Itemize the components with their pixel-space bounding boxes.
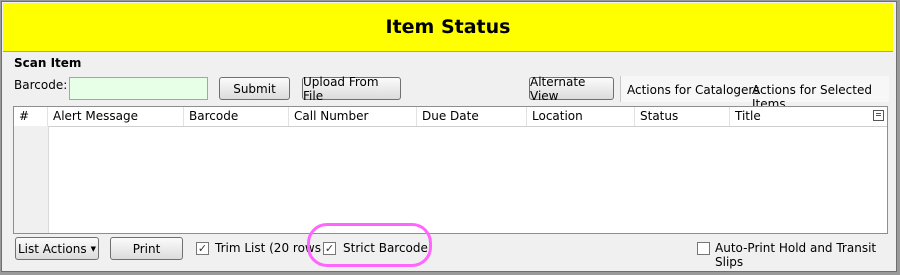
auto-print-label: Auto-Print Hold and Transit Slips [715,241,877,269]
column-header-status[interactable]: Status [635,107,730,126]
trim-list-label: Trim List (20 rows [215,241,321,255]
alternate-view-button-label: Alternate View [530,74,586,103]
page-title: Item Status [385,16,511,38]
barcode-label: Barcode: [14,78,68,92]
grid-header-row: # Alert Message Barcode Call Number Due … [14,107,887,127]
column-header-call-number[interactable]: Call Number [289,107,417,126]
upload-button-label: Upload From File [303,74,379,103]
list-actions-label: List Actions [17,241,87,256]
column-header-location[interactable]: Location [527,107,635,126]
auto-print-checkbox[interactable] [697,242,710,255]
barcode-input[interactable] [69,77,208,100]
upload-from-file-button[interactable]: Upload From File [302,74,401,103]
column-header-barcode[interactable]: Barcode [184,107,289,126]
column-header-due-date[interactable]: Due Date [417,107,527,126]
submit-button-label: Submit [233,81,276,96]
column-header-number[interactable]: # [14,107,48,126]
print-button-label: Print [132,241,161,256]
alternate-view-button[interactable]: Alternate View [529,74,614,103]
dropdown-caret-icon: ▼ [90,244,96,253]
menu-actions-for-catalogers[interactable]: Actions for Catalogers [627,83,760,97]
column-header-alert-message[interactable]: Alert Message [48,107,184,126]
annotation-highlight-circle [307,223,432,267]
column-header-title[interactable]: Title [730,107,887,126]
trim-list-checkbox[interactable]: ✓ [196,242,209,255]
row-number-gutter [14,126,49,233]
page-header: Item Status [3,3,893,52]
list-actions-button[interactable]: List Actions ▼ [15,237,99,260]
column-picker-icon[interactable] [873,110,884,121]
item-status-grid[interactable]: # Alert Message Barcode Call Number Due … [13,106,888,234]
scan-item-section-label: Scan Item [14,56,82,70]
print-button[interactable]: Print [110,237,183,260]
submit-button[interactable]: Submit [219,77,290,100]
